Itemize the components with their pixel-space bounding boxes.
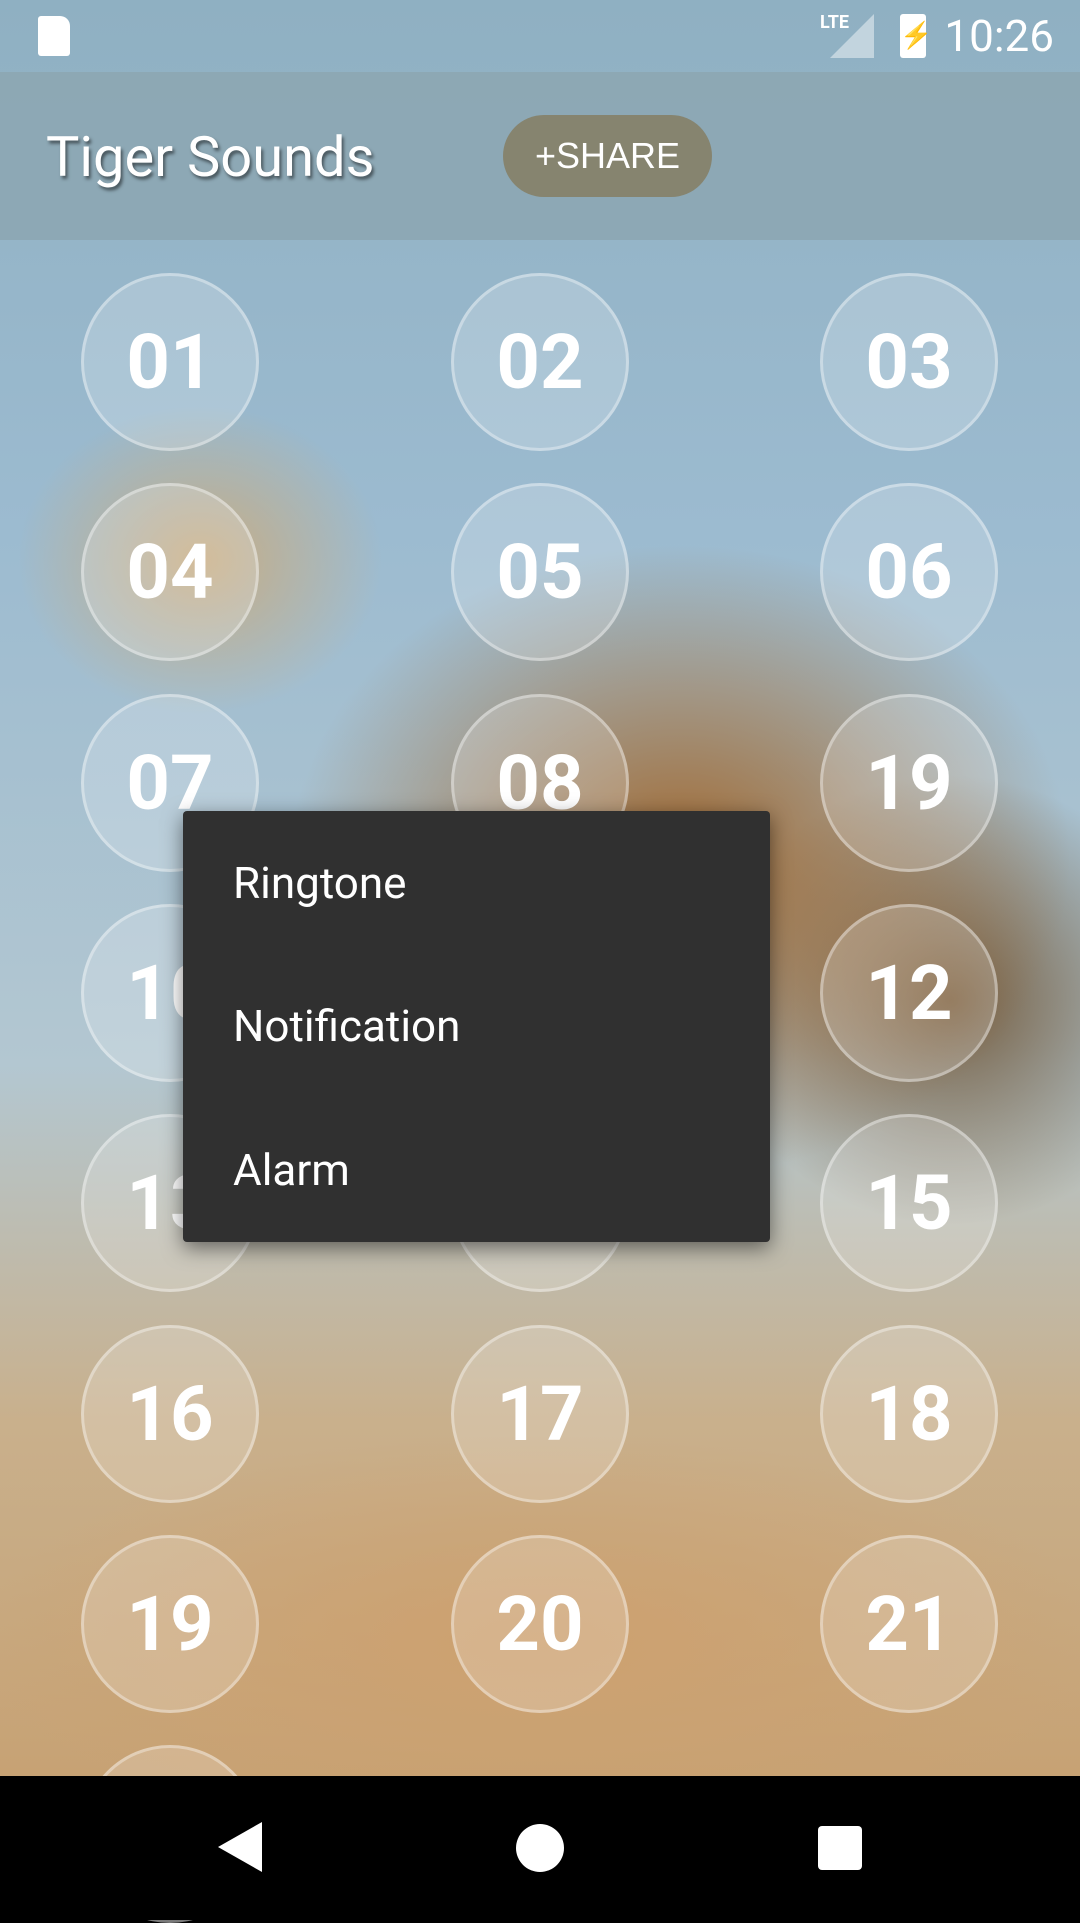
battery-charging-icon: ⚡	[900, 14, 932, 58]
sound-button[interactable]: 20	[451, 1534, 629, 1713]
sound-button[interactable]: 17	[451, 1324, 629, 1503]
sound-button[interactable]: 03	[820, 273, 998, 451]
app-title: Tiger Sounds	[46, 124, 375, 190]
sound-button[interactable]: 19	[81, 1534, 259, 1713]
sound-button[interactable]: 01	[81, 273, 259, 451]
clock: 10:26	[944, 10, 1054, 62]
sound-button[interactable]: 18	[820, 1324, 998, 1503]
sound-button[interactable]: 12	[820, 903, 998, 1082]
app-toolbar: Tiger Sounds +SHARE	[0, 72, 1080, 240]
network-type: LTE	[820, 12, 850, 33]
sound-button[interactable]: 05	[451, 483, 629, 662]
sound-button[interactable]: 16	[81, 1324, 259, 1503]
navigation-bar	[0, 1776, 1080, 1920]
sound-button[interactable]: 21	[820, 1534, 998, 1713]
menu-item-alarm[interactable]: Alarm	[183, 1098, 770, 1242]
menu-item-notification[interactable]: Notification	[183, 955, 770, 1099]
sound-button[interactable]: 02	[451, 273, 629, 451]
back-icon[interactable]	[218, 1822, 262, 1872]
sound-button[interactable]: 04	[81, 483, 259, 662]
sound-button[interactable]: 15	[820, 1114, 998, 1293]
share-button[interactable]: +SHARE	[503, 115, 712, 197]
home-icon[interactable]	[516, 1824, 564, 1872]
recents-icon[interactable]	[818, 1826, 862, 1870]
sound-button[interactable]: 19	[820, 693, 998, 872]
sd-card-icon	[38, 16, 70, 56]
sound-button[interactable]: 06	[820, 483, 998, 662]
status-bar: LTE ⚡ 10:26	[0, 0, 1080, 72]
menu-item-ringtone[interactable]: Ringtone	[183, 811, 770, 955]
set-as-context-menu: Ringtone Notification Alarm	[183, 811, 770, 1242]
